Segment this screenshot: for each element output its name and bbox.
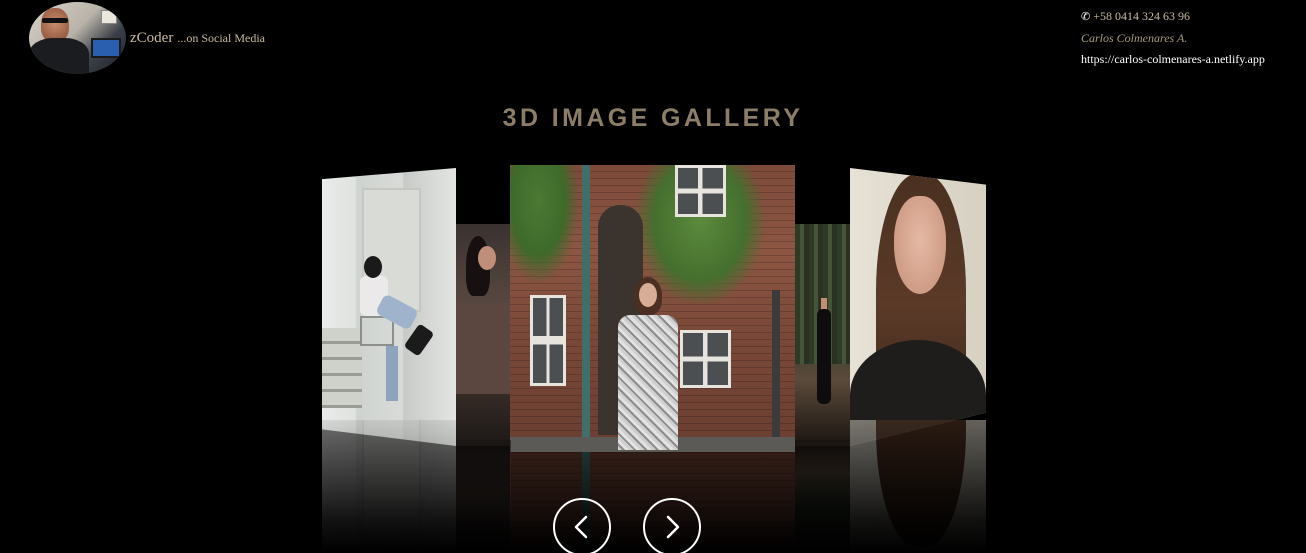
phone-icon: ✆ <box>1081 11 1091 23</box>
woman-in-forest-photo <box>795 224 850 446</box>
chevron-left-icon <box>574 515 588 539</box>
next-button[interactable] <box>643 498 701 553</box>
gallery-card-center[interactable] <box>510 165 795 452</box>
reflection-card-2 <box>456 440 511 553</box>
chevron-right-icon <box>666 515 680 539</box>
avatar[interactable] <box>29 2 126 74</box>
avatar-glasses <box>42 18 68 23</box>
contact-author: Carlos Colmenares A. <box>1081 31 1188 45</box>
gallery-card-2[interactable] <box>456 224 511 446</box>
avatar-body <box>29 38 89 74</box>
avatar-head <box>41 8 69 42</box>
reflection-card-1 <box>322 420 456 553</box>
brand-name: zCoder <box>130 30 174 46</box>
phone-number: +58 0414 324 63 96 <box>1093 9 1190 23</box>
gallery-card-1[interactable] <box>322 168 456 446</box>
avatar-wall-frame <box>101 10 117 24</box>
woman-in-front-of-brick-building-photo <box>510 165 795 452</box>
avatar-monitor <box>91 38 121 58</box>
gallery-card-4[interactable] <box>795 224 850 446</box>
woman-portrait-photo <box>850 168 986 446</box>
page: zCoder ...on Social Media ✆ +58 0414 324 … <box>0 0 1306 553</box>
gallery-title: 3D IMAGE GALLERY <box>502 104 804 132</box>
brand-subtitle: ...on Social Media <box>177 31 265 45</box>
reflection-card-4 <box>795 440 850 553</box>
contact-block: ✆ +58 0414 324 63 96 Carlos Colmenares A.… <box>1081 6 1265 70</box>
gallery-card-5[interactable] <box>850 168 986 446</box>
woman-on-shopping-cart-photo <box>322 168 456 446</box>
contact-phone[interactable]: ✆ +58 0414 324 63 96 <box>1081 6 1265 28</box>
contact-website-link[interactable]: https://carlos-colmenares-a.netlify.app <box>1081 49 1265 70</box>
woman-in-brown-dress-photo <box>456 224 511 446</box>
brand[interactable]: zCoder ...on Social Media <box>130 29 265 47</box>
previous-button[interactable] <box>553 498 611 553</box>
reflection-card-5 <box>850 420 986 553</box>
